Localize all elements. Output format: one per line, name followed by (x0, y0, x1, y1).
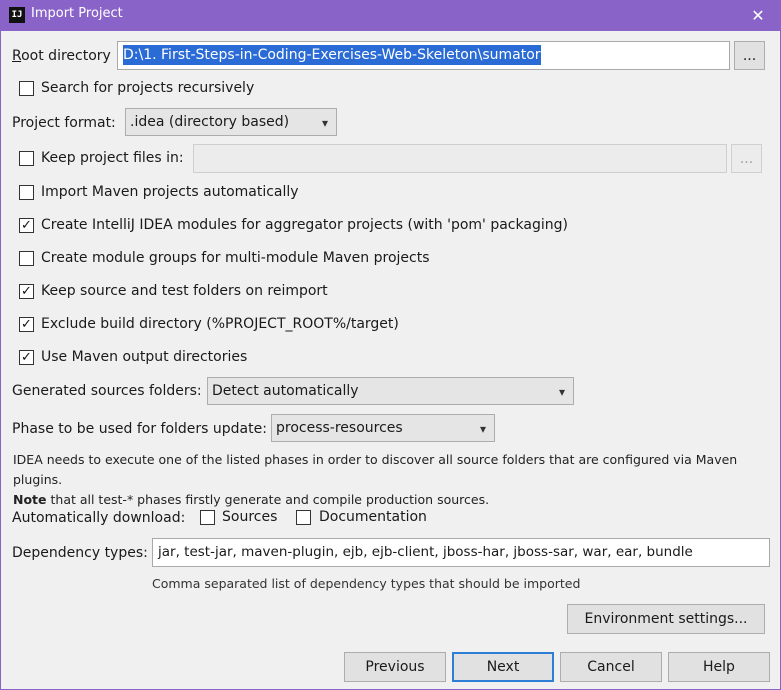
project-format-select[interactable]: .idea (directory based) ▾ (125, 108, 337, 136)
keep-project-files-input[interactable] (193, 144, 727, 173)
import-maven-auto-label: Import Maven projects automatically (41, 184, 299, 200)
keep-source-folders-label: Keep source and test folders on reimport (41, 283, 328, 299)
phase-value: process-resources (276, 420, 403, 436)
window-title: Import Project (31, 6, 123, 21)
info-line-2: Note that all test-* phases firstly gene… (13, 490, 773, 510)
keep-project-files-label: Keep project files in: (41, 150, 184, 166)
search-recursively-checkbox[interactable] (19, 81, 34, 96)
dependency-types-hint: Comma separated list of dependency types… (152, 576, 581, 591)
help-button[interactable]: Help (668, 652, 770, 682)
exclude-build-directory-label: Exclude build directory (%PROJECT_ROOT%/… (41, 316, 399, 332)
phase-select[interactable]: process-resources ▾ (271, 414, 495, 442)
generated-sources-value: Detect automatically (212, 383, 359, 399)
generated-sources-select[interactable]: Detect automatically ▾ (207, 377, 574, 405)
search-recursively-label: Search for projects recursively (41, 80, 255, 96)
dependency-types-input[interactable]: jar, test-jar, maven-plugin, ejb, ejb-cl… (152, 538, 770, 567)
title-bar: IJ Import Project ✕ (0, 0, 781, 31)
project-format-label: Project format: (12, 115, 116, 131)
use-maven-output-label: Use Maven output directories (41, 349, 248, 365)
documentation-label: Documentation (319, 509, 427, 525)
chevron-down-icon: ▾ (479, 422, 486, 436)
info-line-2-rest: that all test-* phases firstly generate … (46, 492, 490, 507)
sources-label: Sources (222, 509, 278, 525)
info-line-1: IDEA needs to execute one of the listed … (13, 452, 738, 487)
use-maven-output-checkbox[interactable]: ✓ (19, 350, 34, 365)
create-modules-aggregator-label: Create IntelliJ IDEA modules for aggrega… (41, 217, 568, 233)
keep-project-files-browse-button[interactable]: ... (731, 144, 762, 173)
documentation-checkbox[interactable] (296, 510, 311, 525)
exclude-build-directory-checkbox[interactable]: ✓ (19, 317, 34, 332)
intellij-app-icon: IJ (9, 7, 25, 23)
auto-download-label: Automatically download: (12, 510, 186, 526)
project-format-value: .idea (directory based) (130, 114, 290, 130)
create-module-groups-checkbox[interactable] (19, 251, 34, 266)
info-note-bold: Note (13, 492, 47, 507)
root-directory-browse-button[interactable]: ... (734, 41, 765, 70)
create-modules-aggregator-checkbox[interactable]: ✓ (19, 218, 34, 233)
next-button[interactable]: Next (452, 652, 554, 682)
chevron-down-icon: ▾ (321, 116, 328, 130)
dependency-types-label: Dependency types: (12, 545, 148, 561)
keep-project-files-checkbox[interactable] (19, 151, 34, 166)
previous-button[interactable]: Previous (344, 652, 446, 682)
info-text: IDEA needs to execute one of the listed … (13, 450, 773, 510)
environment-settings-button[interactable]: Environment settings... (567, 604, 765, 634)
keep-source-folders-checkbox[interactable]: ✓ (19, 284, 34, 299)
root-directory-label-text: oot directory (21, 48, 111, 64)
sources-checkbox[interactable] (200, 510, 215, 525)
create-module-groups-label: Create module groups for multi-module Ma… (41, 250, 430, 266)
root-directory-input[interactable]: D:\1. First-Steps-in-Coding-Exercises-We… (117, 41, 730, 70)
chevron-down-icon: ▾ (558, 385, 565, 399)
close-window-icon[interactable]: ✕ (735, 0, 781, 31)
root-directory-label: Root directory (12, 48, 111, 64)
import-maven-auto-checkbox[interactable] (19, 185, 34, 200)
phase-label: Phase to be used for folders update: (12, 421, 267, 437)
generated-sources-label: Generated sources folders: (12, 383, 202, 399)
root-directory-value: D:\1. First-Steps-in-Coding-Exercises-We… (123, 45, 541, 65)
cancel-button[interactable]: Cancel (560, 652, 662, 682)
